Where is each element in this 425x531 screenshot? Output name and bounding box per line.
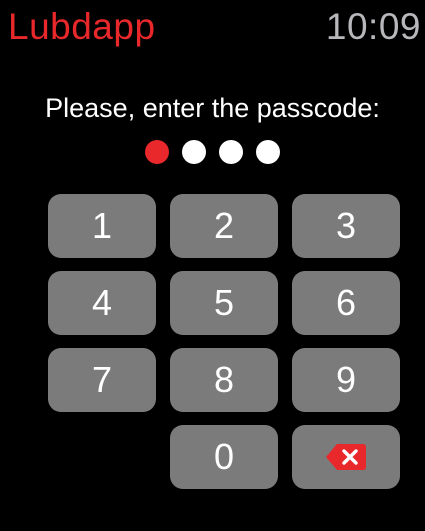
key-7[interactable]: 7 <box>48 348 156 412</box>
passcode-dot-3 <box>219 140 243 164</box>
clock: 10:09 <box>325 6 421 47</box>
key-1[interactable]: 1 <box>48 194 156 258</box>
key-9[interactable]: 9 <box>292 348 400 412</box>
key-5[interactable]: 5 <box>170 271 278 335</box>
key-3[interactable]: 3 <box>292 194 400 258</box>
key-0[interactable]: 0 <box>170 425 278 489</box>
passcode-indicator <box>0 140 425 164</box>
keypad: 1 2 3 4 5 6 7 8 9 0 <box>48 194 400 489</box>
key-4[interactable]: 4 <box>48 271 156 335</box>
keypad-empty-slot <box>48 425 156 489</box>
passcode-dot-1 <box>145 140 169 164</box>
passcode-dot-2 <box>182 140 206 164</box>
key-8[interactable]: 8 <box>170 348 278 412</box>
key-2[interactable]: 2 <box>170 194 278 258</box>
delete-backspace-icon <box>326 444 366 470</box>
passcode-dot-4 <box>256 140 280 164</box>
app-title: Lubdapp <box>8 6 156 47</box>
key-6[interactable]: 6 <box>292 271 400 335</box>
delete-button[interactable] <box>292 425 400 489</box>
passcode-prompt: Please, enter the passcode: <box>45 93 380 123</box>
